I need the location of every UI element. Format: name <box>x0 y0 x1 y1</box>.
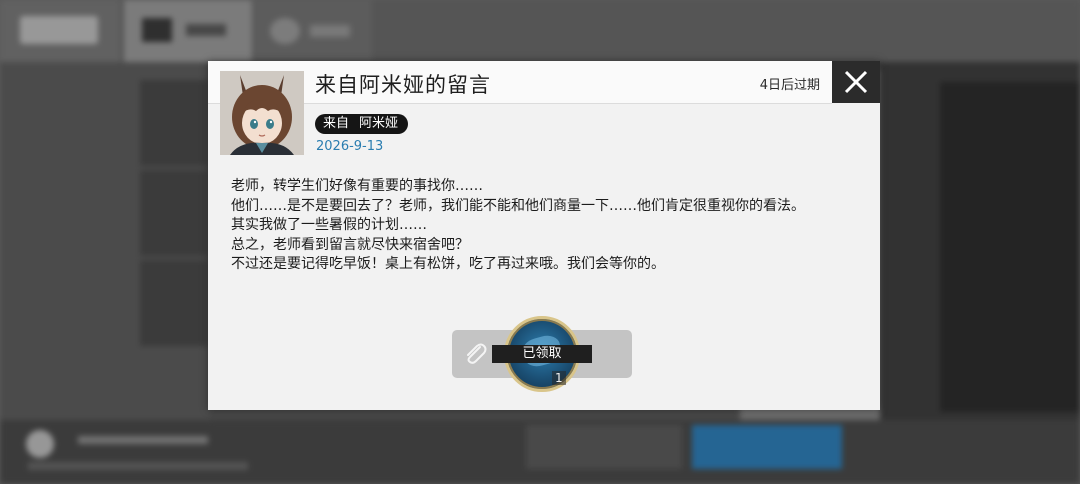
expiry-text: 4日后过期 <box>759 78 820 93</box>
message-line: 他们……是不是要回去了？老师，我们能不能和他们商量一下……他们肯定很重视你的看法… <box>231 197 805 214</box>
message-line: 不过还是要记得吃早饭！桌上有松饼，吃了再过来哦。我们会等你的。 <box>231 256 665 272</box>
message-line: 其实我做了一些暑假的计划…… <box>231 217 427 233</box>
close-button[interactable] <box>832 61 880 103</box>
sender-label: 来自 <box>323 116 350 131</box>
sender-avatar <box>220 71 304 155</box>
mail-date: 2026-9-13 <box>316 139 384 154</box>
claimed-status: 已领取 <box>492 345 592 363</box>
reward-count: 1 <box>552 371 566 385</box>
mail-message: 老师，转学生们好像有重要的事找你…… 他们……是不是要回去了？老师，我们能不能和… <box>231 177 861 275</box>
mail-title: 来自阿米娅的留言 <box>315 73 491 97</box>
message-line: 老师，转学生们好像有重要的事找你…… <box>231 178 483 194</box>
mail-dialog: 来自阿米娅的留言 4日后过期 来自 阿米娅 2026-9-13 老师，转学生们好… <box>208 61 880 410</box>
sender-name: 阿米娅 <box>359 116 399 131</box>
message-line: 总之，老师看到留言就尽快来宿舍吧？ <box>231 236 469 253</box>
sender-tag: 来自 阿米娅 <box>315 114 409 134</box>
close-icon <box>844 70 868 94</box>
paperclip-icon <box>467 343 487 364</box>
